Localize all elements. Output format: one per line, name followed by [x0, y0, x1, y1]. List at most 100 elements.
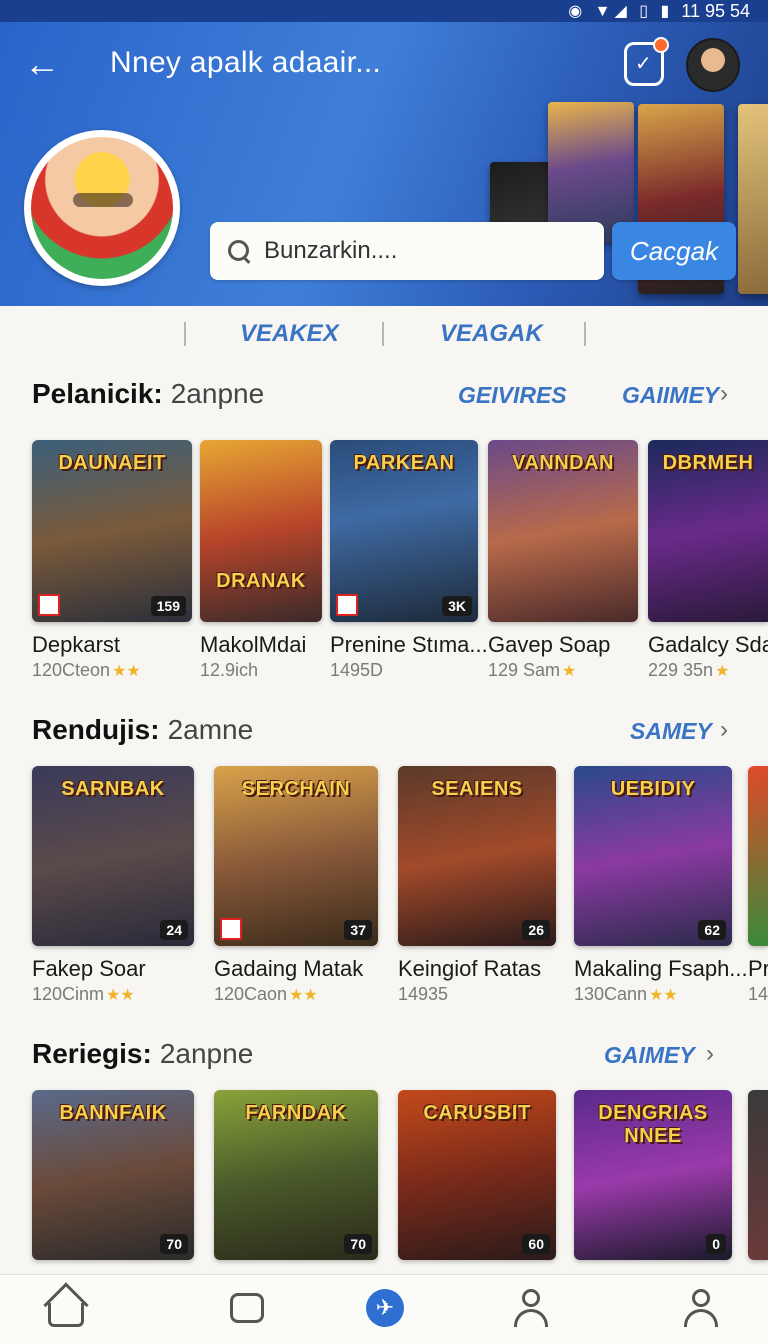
send-glyph: ✈ — [366, 1289, 404, 1327]
square-icon[interactable] — [226, 1287, 270, 1331]
profile-icon[interactable] — [680, 1287, 724, 1331]
tab-divider — [382, 322, 384, 346]
game-card[interactable]: SARNBAK 24 Fakep Soar 120Cinm ★★ — [32, 766, 194, 1005]
people-icon[interactable] — [510, 1287, 554, 1331]
game-card[interactable]: DENGRIAS NNEE 0 — [574, 1090, 732, 1260]
game-title: Gadalcy Sdap — [648, 632, 768, 657]
publisher-icon — [336, 594, 358, 616]
chevron-right-icon[interactable]: › — [720, 716, 728, 744]
section-title: Pelanicik: 2anpne — [32, 378, 265, 409]
section-title: Rendujis: 2amne — [32, 714, 254, 745]
star-rating: ★★ — [112, 663, 141, 680]
game-card[interactable]: BANNFAIK 70 — [32, 1090, 194, 1260]
game-cover: CARUSBIT 60 — [398, 1090, 556, 1260]
status-icons: ◉ ▼◢ ▯ ▮ — [568, 3, 674, 20]
bell-glyph-icon: ✓ — [635, 53, 652, 75]
profile-avatar-art — [31, 137, 173, 279]
game-title: Fakep Soar — [32, 956, 146, 981]
section-header: Rendujis: 2amne SAMEY › — [32, 712, 736, 752]
search-button[interactable]: Cacgak — [612, 222, 736, 280]
game-card[interactable]: CARUSBIT 60 — [398, 1090, 556, 1260]
game-cover: PARKEAN 3K — [330, 440, 478, 622]
game-cover: SERCHAIN 37 — [214, 766, 378, 946]
rating-badge: 26 — [522, 920, 550, 940]
status-bar: ◉ ▼◢ ▯ ▮ 11 95 54 — [0, 0, 768, 22]
notification-icon[interactable]: ✓ — [624, 37, 669, 86]
game-logo: FARNDAK — [245, 1102, 347, 1124]
tab-strip: VEAKEX VEAGAK — [0, 320, 768, 350]
user-avatar[interactable] — [686, 38, 740, 92]
game-card[interactable]: DAUNAEIT 159 Depkarst 120Cteon ★★ — [32, 440, 192, 681]
section-link-genres[interactable]: GEIVIRES — [458, 382, 567, 409]
game-title: Pr — [748, 956, 768, 981]
section-link-more[interactable]: SAMEY — [630, 718, 712, 745]
game-logo: UEBIDIY — [610, 778, 696, 800]
game-logo: DENGRIAS NNEE — [598, 1102, 708, 1147]
chevron-right-icon[interactable]: › — [706, 1040, 714, 1068]
send-icon[interactable]: ✈ — [364, 1287, 408, 1331]
game-cover — [748, 766, 768, 946]
game-meta: 1495D — [330, 660, 384, 680]
tab-veakex[interactable]: VEAKEX — [240, 320, 339, 348]
back-arrow-icon[interactable]: ← — [24, 44, 64, 84]
profile-avatar[interactable] — [24, 130, 180, 286]
home-icon[interactable] — [43, 1282, 89, 1331]
game-logo: PARKEAN — [353, 452, 455, 474]
game-logo: DBRMEH — [662, 452, 754, 474]
game-meta: 120Cteon ★★ — [32, 660, 141, 680]
game-card[interactable]: DRANAK MakolMdai 12.9ich — [200, 440, 322, 681]
game-card[interactable]: FARNDAK 70 — [214, 1090, 378, 1260]
game-meta: 130Cann ★★ — [574, 984, 678, 1004]
search-bar[interactable] — [210, 222, 604, 280]
rating-badge: 70 — [344, 1234, 372, 1254]
rating-badge: 24 — [160, 920, 188, 940]
game-card[interactable]: SERCHAIN 37 Gadaing Matak 120Caon ★★ — [214, 766, 378, 1005]
game-logo: DAUNAEIT — [58, 452, 166, 474]
rating-badge: 70 — [160, 1234, 188, 1254]
game-meta: 229 35n ★ — [648, 660, 730, 680]
game-card[interactable]: VANNDAN Gavep Soap 129 Sam ★ — [488, 440, 638, 681]
section-subtitle: 2anpne — [170, 378, 265, 409]
tab-veagak[interactable]: VEAGAK — [440, 320, 543, 348]
rating-badge: 0 — [706, 1234, 726, 1254]
notification-dot — [653, 37, 669, 53]
game-meta: 120Cinm ★★ — [32, 984, 135, 1004]
game-card[interactable]: DBRMEH Gadalcy Sdap 229 35n★ — [648, 440, 768, 681]
bottom-navigation: ✈ — [0, 1274, 768, 1344]
game-logo: DRANAK — [216, 570, 306, 592]
game-title: MakolMdai — [200, 632, 307, 657]
search-icon — [226, 238, 252, 264]
search-input[interactable] — [264, 237, 584, 265]
game-cover: BANNFAIK 70 — [32, 1090, 194, 1260]
star-rating: ★★ — [649, 987, 678, 1004]
game-meta: 14935 — [398, 984, 449, 1004]
header-banner: ← Nney apalk adaair... ✓ Cacgak — [0, 22, 768, 306]
publisher-icon — [38, 594, 60, 616]
game-title: Gadaing Matak — [214, 956, 364, 981]
game-box — [548, 102, 634, 242]
game-title: Depkarst — [32, 632, 121, 657]
game-card[interactable]: Pr 14 — [748, 766, 768, 1005]
game-card[interactable]: PARKEAN 3K Prenine Stıma... 1495D — [330, 440, 488, 681]
section-link-more[interactable]: GAIIMEY — [622, 382, 719, 409]
person-body — [514, 1309, 548, 1327]
tab-divider — [584, 322, 586, 346]
chevron-right-icon[interactable]: › — [720, 380, 728, 408]
game-cover: SARNBAK 24 — [32, 766, 194, 946]
game-title: Keingiof Ratas — [398, 956, 542, 981]
section-link-more[interactable]: GAIMEY — [604, 1042, 695, 1069]
rating-badge: 60 — [522, 1234, 550, 1254]
game-cover: VANNDAN — [488, 440, 638, 622]
game-box — [738, 104, 768, 294]
home-base — [48, 1303, 84, 1327]
section-subtitle: 2anpne — [159, 1038, 254, 1069]
game-logo: SARNBAK — [61, 778, 165, 800]
game-card[interactable]: UEBIDIY 62 Makaling Fsaph... 130Cann ★★ — [574, 766, 748, 1005]
section-header: Pelanicik: 2anpne GEIVIRES GAIIMEY › — [32, 376, 736, 416]
game-card[interactable] — [748, 1090, 768, 1260]
game-logo: SERCHAIN — [241, 778, 351, 800]
game-card[interactable]: SEAIENS 26 Keingiof Ratas 14935 — [398, 766, 556, 1005]
star-rating: ★★ — [106, 987, 135, 1004]
section-title: Reriegis: 2anpne — [32, 1038, 254, 1069]
section-subtitle: 2amne — [167, 714, 254, 745]
